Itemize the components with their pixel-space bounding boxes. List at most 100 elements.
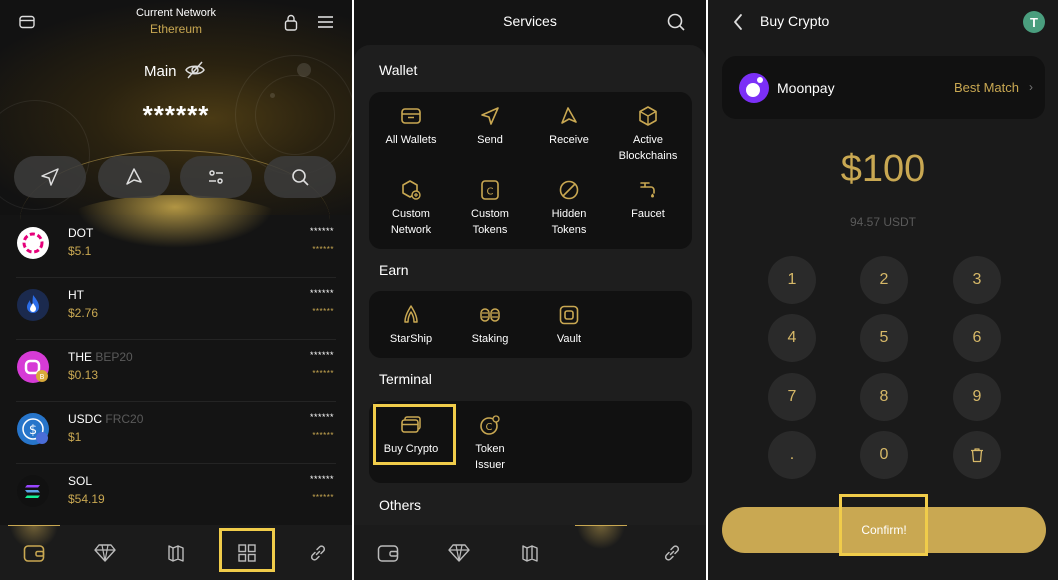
- keypad-key-0[interactable]: 0: [860, 431, 908, 479]
- token-symbol: THE BEP20: [68, 350, 133, 364]
- custom-network-icon: [371, 178, 451, 202]
- moonpay-logo-icon: [739, 73, 769, 103]
- polkadot-logo-icon: [17, 227, 49, 259]
- provider-name: Moonpay: [777, 80, 835, 96]
- search-icon: [292, 169, 309, 186]
- token-value: ******: [312, 307, 334, 316]
- svg-text:$: $: [29, 423, 37, 438]
- token-issuer-icon: C: [450, 413, 530, 437]
- tether-icon[interactable]: T: [1023, 11, 1045, 33]
- hidden-coin-icon: [529, 178, 609, 202]
- nav-market[interactable]: [148, 525, 204, 580]
- bottom-nav: [354, 525, 706, 580]
- staking-icon: [450, 303, 530, 327]
- service-token-issuer[interactable]: C Token Issuer: [450, 413, 530, 473]
- service-all-wallets[interactable]: All Wallets: [371, 104, 451, 148]
- keypad-key-6[interactable]: 6: [953, 314, 1001, 362]
- highlight-box-services: [219, 528, 275, 572]
- service-staking[interactable]: Staking: [450, 303, 530, 347]
- nav-services[interactable]: [573, 525, 629, 580]
- send-icon: [450, 104, 530, 128]
- account-name[interactable]: Main: [144, 63, 177, 80]
- keypad-key-7[interactable]: 7: [768, 373, 816, 421]
- the-token-logo-icon: B: [17, 351, 49, 383]
- nav-link[interactable]: [644, 525, 700, 580]
- token-row-usdc[interactable]: $ USDC FRC20 $1 ****** ******: [0, 402, 352, 464]
- nav-earn[interactable]: [431, 525, 487, 580]
- highlight-box-confirm: [839, 494, 928, 556]
- provider-card[interactable]: Moonpay Best Match ›: [722, 56, 1045, 119]
- nav-earn[interactable]: [77, 525, 133, 580]
- token-amount: ******: [309, 474, 334, 484]
- service-custom-tokens[interactable]: C Custom Tokens: [450, 178, 530, 238]
- token-value: ******: [312, 245, 334, 254]
- keypad-key-3[interactable]: 3: [953, 256, 1001, 304]
- receive-button[interactable]: [98, 156, 170, 198]
- menu-icon[interactable]: [315, 12, 335, 32]
- decor-dot: [270, 93, 275, 98]
- service-hidden-tokens[interactable]: Hidden Tokens: [529, 178, 609, 238]
- buy-crypto-screen: Buy Crypto T Moonpay Best Match › $100 9…: [708, 0, 1058, 580]
- token-price: $5.1: [68, 244, 92, 258]
- services-screen: Services Wallet All Wallets Send Receive…: [354, 0, 706, 580]
- wallet-icon: [377, 544, 399, 562]
- search-button[interactable]: [264, 156, 336, 198]
- swap-settings-button[interactable]: [180, 156, 252, 198]
- token-row-sol[interactable]: SOL $54.19 ****** ******: [0, 464, 352, 526]
- section-title-earn: Earn: [379, 262, 409, 278]
- service-custom-network[interactable]: Custom Network: [371, 178, 451, 238]
- svg-text:C: C: [486, 422, 493, 433]
- send-icon: [41, 168, 59, 186]
- nav-market[interactable]: [502, 525, 558, 580]
- keypad-key-8[interactable]: 8: [860, 373, 908, 421]
- token-symbol: HT: [68, 288, 84, 302]
- svg-text:B: B: [40, 373, 45, 381]
- lock-icon[interactable]: [281, 12, 301, 32]
- search-icon[interactable]: [666, 12, 686, 37]
- solana-logo-icon: [17, 475, 49, 507]
- huobi-logo-icon: [17, 289, 49, 321]
- section-title-terminal: Terminal: [379, 371, 432, 387]
- service-vault[interactable]: Vault: [529, 303, 609, 347]
- keypad-key-9[interactable]: 9: [953, 373, 1001, 421]
- token-row-dot[interactable]: DOT $5.1 ****** ******: [0, 216, 352, 278]
- token-amount: ******: [309, 350, 334, 360]
- send-button[interactable]: [14, 156, 86, 198]
- faucet-icon: [608, 178, 688, 202]
- usdc-logo-icon: $: [17, 413, 49, 445]
- page-title: Buy Crypto: [760, 13, 830, 29]
- service-receive[interactable]: Receive: [529, 104, 609, 148]
- service-faucet[interactable]: Faucet: [608, 178, 688, 222]
- bottom-nav: [0, 525, 352, 580]
- converted-amount: 94.57 USDT: [849, 215, 917, 229]
- link-icon: [310, 544, 326, 561]
- diamond-icon: [94, 543, 116, 562]
- receive-icon: [126, 168, 142, 185]
- token-price: $54.19: [68, 492, 105, 506]
- keypad-delete[interactable]: [953, 431, 1001, 479]
- token-row-the[interactable]: B THE BEP20 $0.13 ****** ******: [0, 340, 352, 402]
- back-button[interactable]: [732, 13, 744, 36]
- page-title: Services: [503, 13, 557, 29]
- eye-off-icon[interactable]: [184, 59, 206, 86]
- token-amount: ******: [309, 412, 334, 422]
- token-price: $1: [68, 430, 82, 444]
- keypad-key-1[interactable]: 1: [768, 256, 816, 304]
- svg-text:C: C: [487, 187, 494, 198]
- wallet-home-screen: Current Network Ethereum Main ****** DOT…: [0, 0, 352, 580]
- token-row-ht[interactable]: HT $2.76 ****** ******: [0, 278, 352, 340]
- keypad-key-2[interactable]: 2: [860, 256, 908, 304]
- keypad-key-4[interactable]: 4: [768, 314, 816, 362]
- service-starship[interactable]: StarShip: [371, 303, 451, 347]
- nav-wallet[interactable]: [6, 525, 62, 580]
- keypad-key-dot[interactable]: .: [768, 431, 816, 479]
- receive-icon: [529, 104, 609, 128]
- best-match-badge: Best Match: [953, 80, 1019, 95]
- market-icon: [168, 544, 184, 562]
- nav-wallet[interactable]: [360, 525, 416, 580]
- sliders-icon: [209, 170, 223, 184]
- service-active-blockchains[interactable]: Active Blockchains: [608, 104, 688, 164]
- service-send[interactable]: Send: [450, 104, 530, 148]
- keypad-key-5[interactable]: 5: [860, 314, 908, 362]
- nav-link[interactable]: [290, 525, 346, 580]
